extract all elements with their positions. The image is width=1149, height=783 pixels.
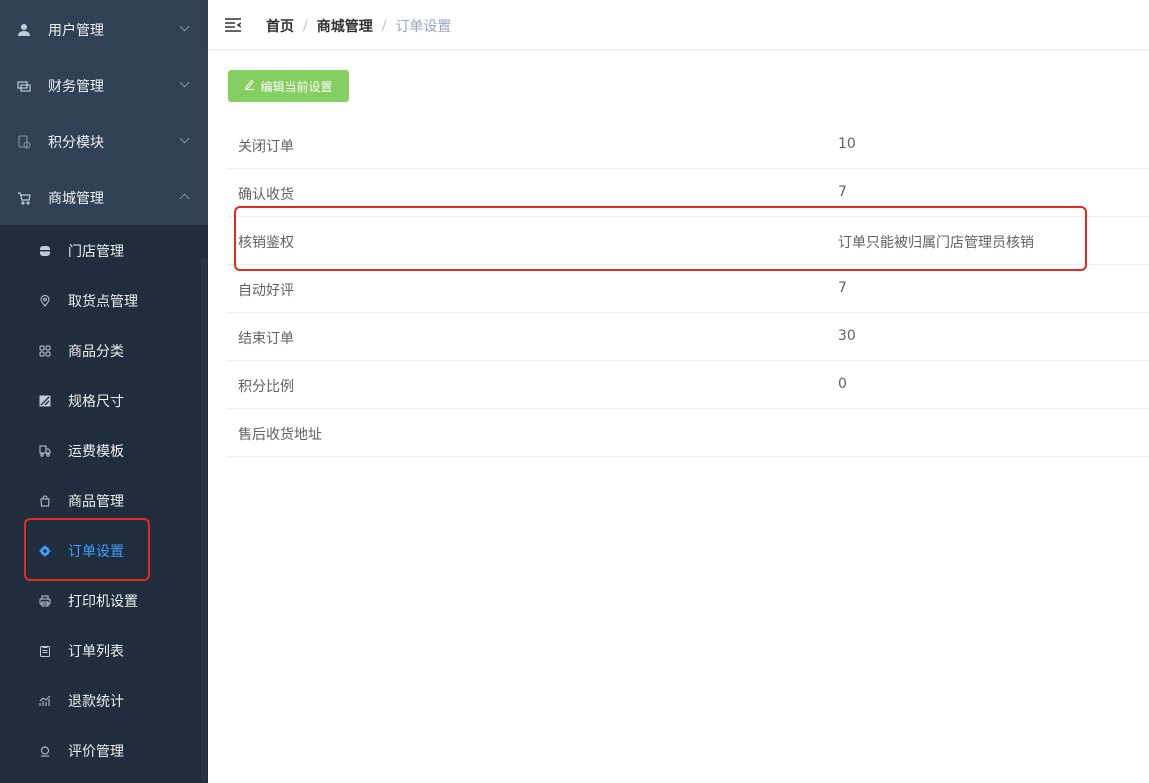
table-row: 核销鉴权 订单只能被归属门店管理员核销 <box>228 217 1149 265</box>
submenu-item-reviews[interactable]: 评价管理 <box>0 726 200 776</box>
submenu-label: 打印机设置 <box>68 594 138 610</box>
table-row: 关闭订单 10 <box>228 121 1149 169</box>
breadcrumb-home[interactable]: 首页 <box>266 16 294 36</box>
gear-icon <box>38 544 52 558</box>
submenu-mall: 门店管理 取货点管理 商品分类 规格尺寸 运费模板 商品管理 订单设置 打印机设… <box>0 225 208 783</box>
submenu-label: 规格尺寸 <box>68 394 124 410</box>
printer-icon <box>38 594 52 608</box>
submenu-label: 商品分类 <box>68 344 124 360</box>
setting-key: 结束订单 <box>238 331 294 347</box>
chevron-up-icon <box>179 193 190 204</box>
submenu-label: 运费模板 <box>68 444 124 460</box>
sidebar: 用户管理 财务管理 积分模块 商城管理 门店管理 取货点管理 商品分类 规格尺寸… <box>0 0 208 783</box>
submenu-label: 订单列表 <box>68 644 124 660</box>
setting-value: 0 <box>838 376 847 392</box>
submenu-item-shipping[interactable]: 运费模板 <box>0 426 200 476</box>
truck-icon <box>38 444 52 458</box>
list-icon <box>38 644 52 658</box>
table-row: 积分比例 0 <box>228 361 1149 409</box>
user-icon <box>16 22 32 38</box>
submenu-label: 退款统计 <box>68 694 124 710</box>
setting-value: 7 <box>838 280 847 296</box>
submenu-label: 商品管理 <box>68 494 124 510</box>
submenu-item-products[interactable]: 商品管理 <box>0 476 200 526</box>
menu-mall-management[interactable]: 商城管理 <box>0 170 208 226</box>
setting-key: 确认收货 <box>238 187 294 203</box>
sidebar-scrollbar[interactable] <box>201 258 207 783</box>
breadcrumb-separator: / <box>303 18 308 34</box>
submenu-item-store[interactable]: 门店管理 <box>0 226 200 276</box>
menu-label: 财务管理 <box>48 79 104 95</box>
submenu-item-order-settings[interactable]: 订单设置 <box>0 526 200 576</box>
settings-table: 关闭订单 10 确认收货 7 核销鉴权 订单只能被归属门店管理员核销 自动好评 … <box>228 121 1149 457</box>
chart-icon <box>38 694 52 708</box>
breadcrumb: 首页 / 商城管理 / 订单设置 <box>266 16 451 36</box>
menu-points-module[interactable]: 积分模块 <box>0 114 208 170</box>
edit-settings-label: 编辑当前设置 <box>260 79 333 94</box>
submenu-label: 取货点管理 <box>68 294 138 310</box>
hamburger-icon[interactable] <box>225 17 242 33</box>
cart-icon <box>16 190 32 206</box>
location-icon <box>38 294 52 308</box>
menu-label: 用户管理 <box>48 23 104 39</box>
breadcrumb-current: 订单设置 <box>395 19 452 35</box>
points-icon <box>16 134 32 150</box>
submenu-item-category[interactable]: 商品分类 <box>0 326 200 376</box>
submenu-item-printer[interactable]: 打印机设置 <box>0 576 200 626</box>
setting-key: 自动好评 <box>238 283 294 299</box>
store-icon <box>38 244 52 258</box>
breadcrumb-separator: / <box>381 18 387 34</box>
submenu-item-pickup[interactable]: 取货点管理 <box>0 276 200 326</box>
table-row: 售后收货地址 <box>228 409 1149 457</box>
submenu-label: 评价管理 <box>68 744 124 760</box>
submenu-item-size[interactable]: 规格尺寸 <box>0 376 200 426</box>
setting-value: 7 <box>838 184 847 200</box>
comment-icon <box>38 744 52 758</box>
setting-value: 30 <box>838 328 856 344</box>
submenu-item-order-list[interactable]: 订单列表 <box>0 626 200 676</box>
setting-key: 核销鉴权 <box>238 235 294 251</box>
menu-label: 商城管理 <box>48 191 104 207</box>
navbar: 首页 / 商城管理 / 订单设置 <box>208 0 1149 50</box>
money-icon <box>16 78 32 94</box>
chevron-down-icon <box>179 133 190 144</box>
menu-user-management[interactable]: 用户管理 <box>0 2 208 58</box>
submenu-item-refund-stats[interactable]: 退款统计 <box>0 676 200 726</box>
setting-key: 售后收货地址 <box>238 427 322 443</box>
bag-icon <box>38 494 52 508</box>
menu-label: 积分模块 <box>48 135 104 151</box>
submenu-label: 门店管理 <box>68 244 124 260</box>
table-row: 自动好评 7 <box>228 265 1149 313</box>
submenu-label: 订单设置 <box>68 544 124 560</box>
setting-value: 10 <box>838 136 856 152</box>
table-row: 确认收货 7 <box>228 169 1149 217</box>
edit-icon <box>244 79 255 93</box>
setting-key: 关闭订单 <box>238 139 294 155</box>
size-icon <box>38 394 52 408</box>
setting-key: 积分比例 <box>238 379 294 395</box>
table-row: 结束订单 30 <box>228 313 1149 361</box>
edit-settings-button[interactable]: 编辑当前设置 <box>228 70 349 102</box>
setting-value: 订单只能被归属门店管理员核销 <box>838 235 1034 251</box>
chevron-down-icon <box>179 21 190 32</box>
menu-finance-management[interactable]: 财务管理 <box>0 58 208 114</box>
grid-icon <box>38 344 52 358</box>
breadcrumb-mall[interactable]: 商城管理 <box>317 16 373 36</box>
chevron-down-icon <box>179 77 190 88</box>
